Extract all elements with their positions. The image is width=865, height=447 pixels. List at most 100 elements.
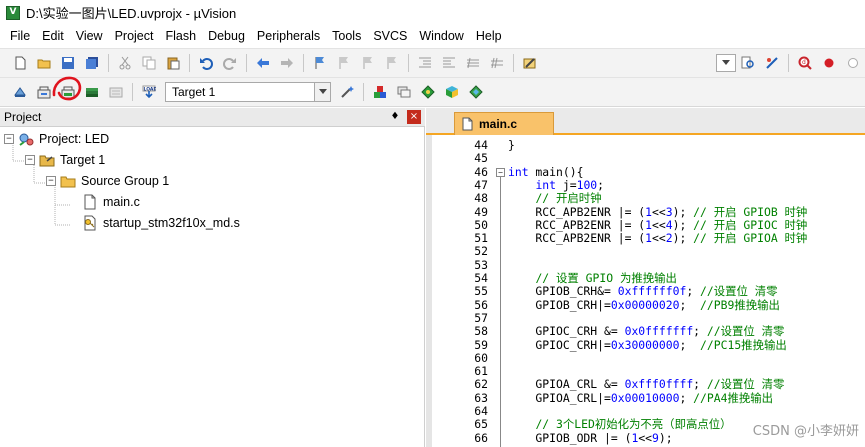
- code-text: GPIOB_ODR |= (1<<9);: [508, 430, 673, 445]
- pin-icon[interactable]: ♦: [389, 111, 401, 123]
- code-line[interactable]: 54 // 设置 GPIO 为推挽输出: [426, 272, 865, 285]
- code-line[interactable]: 58 GPIOC_CRH &= 0x0fffffff; //设置位 清零: [426, 325, 865, 338]
- code-line[interactable]: 64: [426, 405, 865, 418]
- fold-toggle-icon[interactable]: −: [496, 167, 505, 177]
- tree-item-file[interactable]: main.c: [82, 192, 140, 212]
- rebuild-button[interactable]: [52, 76, 82, 101]
- menu-debug[interactable]: Debug: [202, 25, 251, 47]
- find-in-files-button[interactable]: [521, 54, 539, 72]
- save-button[interactable]: [59, 54, 77, 72]
- menu-edit[interactable]: Edit: [36, 25, 70, 47]
- indent-button[interactable]: [416, 54, 434, 72]
- menu-peripherals[interactable]: Peripherals: [251, 25, 326, 47]
- comment-lines-icon: [467, 57, 479, 69]
- line-number: 51: [474, 231, 488, 246]
- code-line[interactable]: 61: [426, 365, 865, 378]
- code-line[interactable]: 56 GPIOB_CRH|=0x00000020; //PB9推挽输出: [426, 298, 865, 312]
- find-combo-dropdown[interactable]: [716, 54, 736, 72]
- collapse-icon[interactable]: −: [46, 176, 56, 186]
- folder-open-icon: [60, 176, 76, 188]
- save-all-button[interactable]: [83, 54, 101, 72]
- code-line[interactable]: 63 GPIOA_CRL|=0x00010000; //PA4推挽输出: [426, 391, 865, 405]
- incremental-find-button[interactable]: [763, 54, 781, 72]
- manage-run-time-env-button[interactable]: [419, 83, 437, 101]
- code-line[interactable]: 45: [426, 152, 865, 165]
- redo-button[interactable]: [221, 54, 239, 72]
- code-text: // 开启时钟: [535, 191, 602, 206]
- code-text: // 设置 GPIO 为推挽输出: [535, 271, 677, 285]
- save-icon: [62, 57, 74, 69]
- code-line[interactable]: 62 GPIOA_CRL &= 0xfff0ffff; //设置位 清零: [426, 378, 865, 391]
- uncomment-button[interactable]: [488, 54, 506, 72]
- code-line[interactable]: 44}: [426, 139, 865, 152]
- target-select[interactable]: Target 1: [165, 82, 331, 102]
- tree-item-project[interactable]: − Project: LED: [4, 129, 109, 149]
- menu-window[interactable]: Window: [413, 25, 469, 47]
- open-file-button[interactable]: [35, 54, 53, 72]
- copy-button[interactable]: [140, 54, 158, 72]
- manage-project-items-button[interactable]: [371, 83, 389, 101]
- menu-project[interactable]: Project: [109, 25, 160, 47]
- unindent-button[interactable]: [440, 54, 458, 72]
- download-button[interactable]: LOAD: [140, 83, 158, 101]
- line-number: 53: [474, 257, 488, 272]
- code-line[interactable]: 46− int main(){: [426, 165, 865, 179]
- next-bookmark-button[interactable]: [359, 54, 377, 72]
- code-line[interactable]: 59 GPIOC_CRH|=0x30000000; //PC15推挽输出: [426, 338, 865, 352]
- menu-help[interactable]: Help: [470, 25, 508, 47]
- options-for-target-button[interactable]: [338, 83, 356, 101]
- project-tree-panel: − Project: LED − Target 1 − Source Group…: [0, 127, 425, 447]
- target-select-label: Target 1: [172, 85, 216, 99]
- code-line[interactable]: 52: [426, 245, 865, 258]
- code-line[interactable]: 50 RCC_APB2ENR |= (1<<4); // 开启 GPIOC 时钟: [426, 218, 865, 232]
- enable-breakpoint-button[interactable]: [844, 54, 862, 72]
- menu-view[interactable]: View: [70, 25, 109, 47]
- prev-bookmark-button[interactable]: [335, 54, 353, 72]
- collapse-icon[interactable]: −: [4, 134, 14, 144]
- undo-button[interactable]: [197, 54, 215, 72]
- tree-item-file[interactable]: startup_stm32f10x_md.s: [82, 213, 240, 233]
- menu-file[interactable]: File: [4, 25, 36, 47]
- navigate-back-button[interactable]: [254, 54, 272, 72]
- select-packs-button[interactable]: [395, 83, 413, 101]
- tab-main-c[interactable]: main.c: [454, 112, 554, 135]
- tree-item-group[interactable]: − Source Group 1: [46, 171, 169, 191]
- code-editor[interactable]: 44} 45 46− int main(){47 int j=100; 48 // 开启…: [426, 135, 865, 447]
- toolbar-separator: [108, 54, 109, 72]
- cut-button[interactable]: [116, 54, 134, 72]
- menu-flash[interactable]: Flash: [159, 25, 202, 47]
- stop-build-button[interactable]: [107, 83, 125, 101]
- code-line[interactable]: 51 RCC_APB2ENR |= (1<<2); // 开启 GPIOA 时钟: [426, 232, 865, 245]
- comment-button[interactable]: [464, 54, 482, 72]
- code-line[interactable]: 53: [426, 257, 865, 272]
- file-toolbar: d: [0, 48, 865, 77]
- close-panel-button[interactable]: ×: [407, 110, 421, 124]
- insert-breakpoint-button[interactable]: [820, 54, 838, 72]
- paste-button[interactable]: [164, 54, 182, 72]
- translate-button[interactable]: [11, 83, 29, 101]
- menu-tools[interactable]: Tools: [326, 25, 367, 47]
- select-software-packs-button[interactable]: [467, 83, 485, 101]
- project-items-icon: [374, 86, 386, 98]
- batch-build-icon: [86, 88, 98, 97]
- insert-bookmark-button[interactable]: [311, 54, 329, 72]
- code-line[interactable]: 47 int j=100;: [426, 178, 865, 192]
- code-line[interactable]: 60: [426, 351, 865, 365]
- tree-item-target[interactable]: − Target 1: [25, 150, 105, 170]
- code-line[interactable]: 49 RCC_APB2ENR |= (1<<3); // 开启 GPIOB 时钟: [426, 204, 865, 219]
- pack-installer-button[interactable]: [443, 83, 461, 101]
- batch-build-button[interactable]: [83, 83, 101, 101]
- navigate-forward-button[interactable]: [278, 54, 296, 72]
- target-select-arrow[interactable]: [314, 83, 330, 101]
- code-line[interactable]: 57: [426, 311, 865, 325]
- collapse-icon[interactable]: −: [25, 155, 35, 165]
- code-line[interactable]: 48 // 开启时钟: [426, 192, 865, 205]
- start-debug-button[interactable]: d: [796, 54, 814, 72]
- find-button[interactable]: [739, 54, 757, 72]
- line-number: 49: [474, 204, 488, 219]
- code-line[interactable]: 55 GPIOB_CRH&= 0xffffff0f; //设置位 清零: [426, 285, 865, 298]
- tree-label-project: Project: LED: [39, 132, 110, 146]
- menu-svcs[interactable]: SVCS: [367, 25, 413, 47]
- clear-bookmarks-button[interactable]: [383, 54, 401, 72]
- new-file-button[interactable]: [11, 54, 29, 72]
